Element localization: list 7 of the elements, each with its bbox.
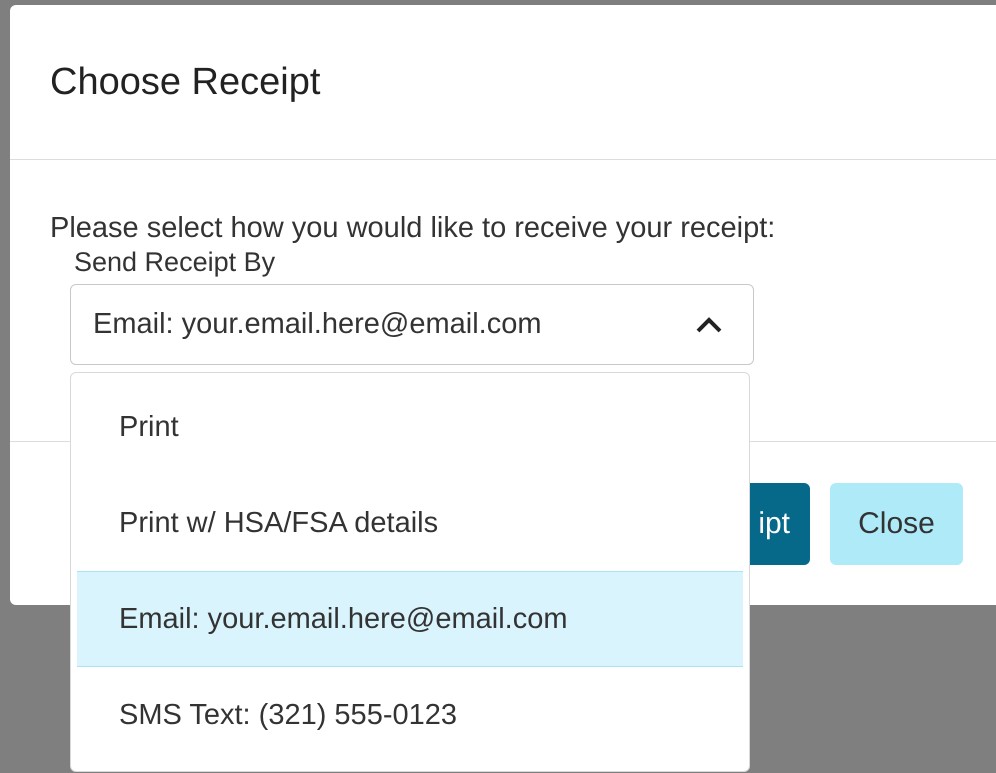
- dropdown-option[interactable]: Email: your.email.here@email.com: [77, 571, 743, 667]
- field-label: Send Receipt By: [74, 247, 276, 278]
- chevron-icon: [695, 316, 723, 334]
- dialog-title: Choose Receipt: [50, 60, 320, 104]
- prompt-text: Please select how you would like to receive your receipt:: [50, 212, 776, 245]
- close-button[interactable]: Close: [830, 482, 963, 564]
- receipt-select[interactable]: Email: your.email.here@email.com: [70, 284, 754, 365]
